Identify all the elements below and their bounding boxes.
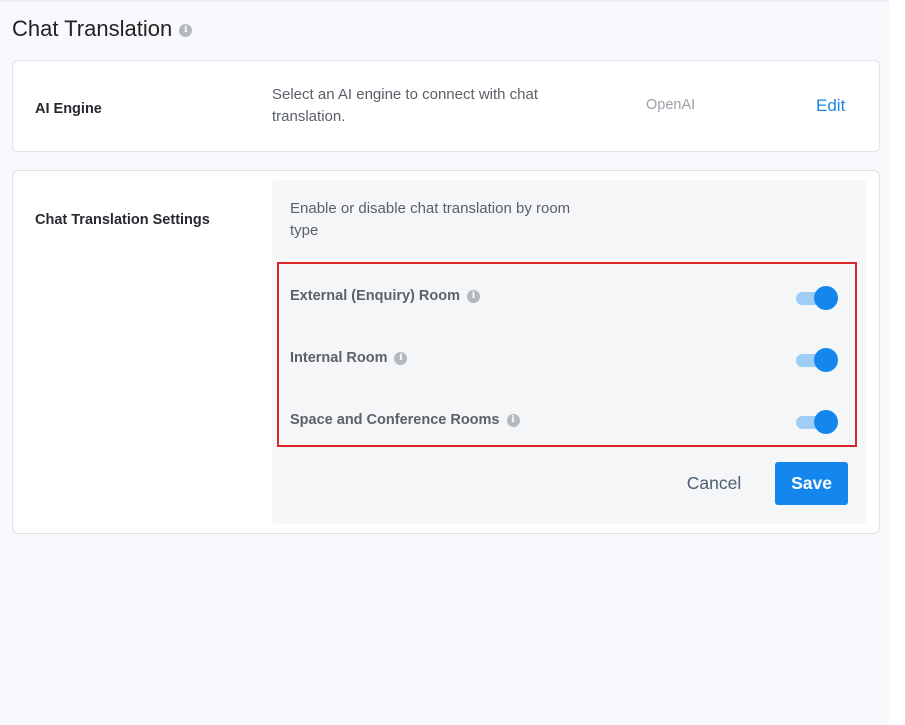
toggle-label-internal-room: Internal Room i <box>290 350 408 366</box>
ai-engine-label: AI Engine <box>35 101 102 117</box>
toggle-row-space-conference-rooms: Space and Conference Rooms i <box>272 407 866 437</box>
chat-translation-settings-card: Chat Translation Settings Enable or disa… <box>12 170 880 534</box>
top-shadow <box>0 0 889 3</box>
page-background: Chat Translation i AI Engine Select an A… <box>0 0 889 725</box>
ai-engine-value: OpenAI <box>646 97 696 113</box>
toggle-label-space-conference-rooms: Space and Conference Rooms i <box>290 412 520 428</box>
info-icon[interactable]: i <box>467 289 480 303</box>
settings-panel: Enable or disable chat translation by ro… <box>272 180 866 524</box>
space-conference-rooms-toggle[interactable] <box>796 410 838 434</box>
info-icon[interactable]: i <box>506 413 520 427</box>
ai-engine-card: AI Engine Select an AI engine to connect… <box>12 60 880 152</box>
ai-engine-description: Select an AI engine to connect with chat… <box>272 86 539 125</box>
edit-ai-engine-link[interactable]: Edit <box>816 96 845 116</box>
internal-room-toggle[interactable] <box>796 348 838 372</box>
toggle-knob <box>814 348 838 372</box>
cancel-button[interactable]: Cancel <box>665 462 763 505</box>
window-right-edge <box>889 0 905 725</box>
info-icon[interactable]: i <box>179 23 193 37</box>
save-button[interactable]: Save <box>775 462 848 505</box>
external-room-label: External (Enquiry) Room <box>290 288 460 304</box>
internal-room-label: Internal Room <box>290 350 388 366</box>
toggle-row-external-room: External (Enquiry) Room i <box>272 283 866 313</box>
page-title: Chat Translation <box>12 16 173 41</box>
space-conference-rooms-label: Space and Conference Rooms <box>290 412 500 428</box>
settings-label: Chat Translation Settings <box>35 212 210 228</box>
toggle-row-internal-room: Internal Room i <box>272 345 866 375</box>
toggle-label-external-room: External (Enquiry) Room i <box>290 288 480 304</box>
toggle-knob <box>814 410 838 434</box>
info-icon[interactable]: i <box>394 351 408 365</box>
toggle-knob <box>814 286 838 310</box>
page-header: Chat Translation i <box>12 16 193 42</box>
external-room-toggle[interactable] <box>796 286 838 310</box>
settings-description: Enable or disable chat translation by ro… <box>290 200 571 239</box>
